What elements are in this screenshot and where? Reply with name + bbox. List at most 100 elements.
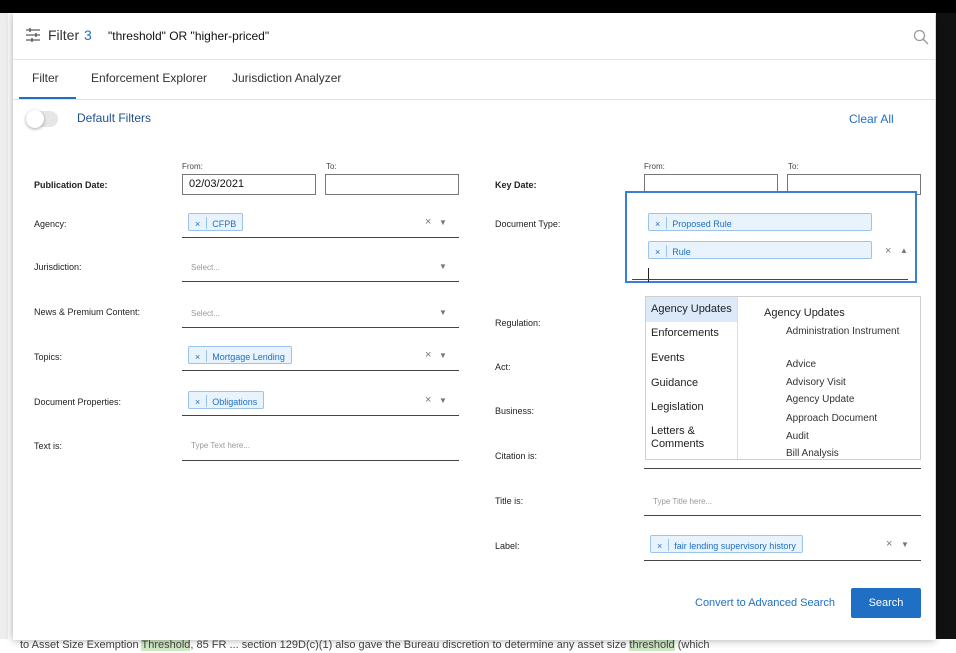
default-filters-label[interactable]: Default Filters: [77, 111, 151, 125]
background-left-strip: [0, 13, 8, 639]
document-type-chevron-up-icon[interactable]: ▲: [900, 246, 908, 255]
topics-chip-label: Mortgage Lending: [212, 352, 285, 362]
agency-chevron-down-icon[interactable]: ▼: [439, 218, 447, 227]
dropdown-group-heading: Agency Updates: [764, 307, 845, 319]
label-chevron-down-icon[interactable]: ▼: [901, 540, 909, 549]
option-bill-analysis[interactable]: Bill Analysis: [786, 448, 916, 459]
background-top-bar: [0, 0, 956, 13]
label-field-label: Label:: [495, 541, 520, 551]
agency-clear-icon[interactable]: ×: [425, 216, 431, 228]
label-clear-icon[interactable]: ×: [886, 538, 892, 550]
category-agency-updates[interactable]: Agency Updates: [651, 303, 732, 315]
publication-date-label: Publication Date:: [34, 180, 108, 190]
tab-filter[interactable]: Filter: [32, 71, 59, 85]
title-is-input[interactable]: Type Title here...: [653, 497, 712, 506]
option-administration-instrument[interactable]: Administration Instrument: [786, 326, 916, 338]
regulation-label: Regulation:: [495, 318, 541, 328]
topics-chip: × Mortgage Lending: [188, 346, 292, 364]
citation-is-label: Citation is:: [495, 451, 538, 461]
document-properties-clear-icon[interactable]: ×: [425, 394, 431, 406]
filter-label[interactable]: Filter: [48, 27, 79, 43]
agency-underline: [182, 237, 459, 238]
default-filters-toggle[interactable]: [26, 110, 58, 128]
remove-chip-icon[interactable]: ×: [657, 541, 662, 551]
option-audit[interactable]: Audit: [786, 431, 916, 443]
search-bar: Filter 3 "threshold" OR "higher-priced": [13, 13, 935, 60]
search-query[interactable]: "threshold" OR "higher-priced": [108, 29, 269, 43]
category-events[interactable]: Events: [651, 352, 685, 364]
news-chevron-down-icon[interactable]: ▼: [439, 308, 447, 317]
publication-from-label: From:: [182, 162, 203, 171]
document-type-field-focused[interactable]: [625, 191, 917, 283]
document-properties-chip: × Obligations: [188, 391, 265, 409]
remove-chip-icon[interactable]: ×: [195, 352, 200, 362]
option-advice[interactable]: Advice: [786, 359, 916, 371]
background-right-strip: [936, 13, 956, 639]
key-date-to-label: To:: [788, 162, 799, 171]
option-advisory-visit[interactable]: Advisory Visit: [786, 377, 916, 389]
topics-chevron-down-icon[interactable]: ▼: [439, 351, 447, 360]
jurisdiction-chevron-down-icon[interactable]: ▼: [439, 262, 447, 271]
topics-clear-icon[interactable]: ×: [425, 349, 431, 361]
remove-chip-icon[interactable]: ×: [195, 219, 200, 229]
remove-chip-icon[interactable]: ×: [655, 247, 660, 257]
agency-label: Agency:: [34, 219, 67, 229]
text-is-input[interactable]: Type Text here...: [191, 441, 250, 450]
background-document-text: to Asset Size Exemption Threshold, 85 FR…: [20, 639, 710, 651]
jurisdiction-underline: [182, 281, 459, 282]
active-tab-indicator: [19, 97, 76, 99]
remove-chip-icon[interactable]: ×: [195, 397, 200, 407]
remove-chip-icon[interactable]: ×: [655, 219, 660, 229]
document-type-dropdown: Agency Updates Enforcements Events Guida…: [645, 296, 921, 460]
document-properties-chip-label: Obligations: [212, 397, 258, 407]
topics-label: Topics:: [34, 352, 63, 362]
document-properties-chevron-down-icon[interactable]: ▼: [439, 396, 447, 405]
document-type-underline: [632, 279, 908, 280]
tab-jurisdiction-analyzer[interactable]: Jurisdiction Analyzer: [232, 71, 341, 85]
toggle-knob: [26, 110, 44, 128]
label-underline: [644, 560, 921, 561]
title-is-underline: [644, 515, 921, 516]
document-type-chip-proposed-rule: × Proposed Rule: [648, 213, 872, 231]
key-date-label: Key Date:: [495, 180, 537, 190]
document-properties-label: Document Properties:: [34, 397, 122, 407]
news-underline: [182, 327, 459, 328]
dropdown-category-list: Agency Updates Enforcements Events Guida…: [646, 297, 738, 459]
publication-to-label: To:: [326, 162, 337, 171]
tab-enforcement-explorer[interactable]: Enforcement Explorer: [91, 71, 207, 85]
jurisdiction-select[interactable]: Select...: [191, 263, 220, 272]
text-is-underline: [182, 460, 459, 461]
option-agency-update[interactable]: Agency Update: [786, 394, 916, 406]
jurisdiction-label: Jurisdiction:: [34, 262, 82, 272]
sliders-icon[interactable]: [25, 27, 41, 43]
document-type-chip-label: Rule: [672, 247, 691, 257]
category-letters-comments[interactable]: Letters & Comments: [651, 425, 731, 451]
document-type-label: Document Type:: [495, 219, 561, 229]
topics-underline: [182, 370, 459, 371]
act-label: Act:: [495, 362, 511, 372]
publication-to-input[interactable]: [325, 174, 459, 195]
agency-chip-label: CFPB: [212, 219, 237, 229]
news-premium-select[interactable]: Select...: [191, 309, 220, 318]
search-icon[interactable]: [913, 29, 929, 45]
filter-count-badge: 3: [84, 27, 92, 43]
search-button[interactable]: Search: [851, 588, 921, 618]
document-type-chip-label: Proposed Rule: [672, 219, 732, 229]
title-is-label: Title is:: [495, 496, 524, 506]
label-chip-label: fair lending supervisory history: [674, 541, 796, 551]
document-type-clear-icon[interactable]: ×: [885, 245, 891, 257]
citation-underline: [644, 468, 921, 469]
clear-all-button[interactable]: Clear All: [849, 112, 894, 126]
label-chip: × fair lending supervisory history: [650, 535, 803, 553]
document-properties-underline: [182, 415, 459, 416]
tab-bar: Filter Enforcement Explorer Jurisdiction…: [13, 60, 935, 100]
key-date-from-label: From:: [644, 162, 665, 171]
business-label: Business:: [495, 406, 535, 416]
convert-advanced-search-link[interactable]: Convert to Advanced Search: [695, 597, 835, 609]
option-approach-document[interactable]: Approach Document: [786, 413, 916, 425]
category-legislation[interactable]: Legislation: [651, 401, 704, 413]
category-guidance[interactable]: Guidance: [651, 377, 698, 389]
category-enforcements[interactable]: Enforcements: [651, 327, 719, 339]
publication-from-input[interactable]: 02/03/2021: [182, 174, 316, 195]
news-premium-label: News & Premium Content:: [34, 307, 141, 317]
